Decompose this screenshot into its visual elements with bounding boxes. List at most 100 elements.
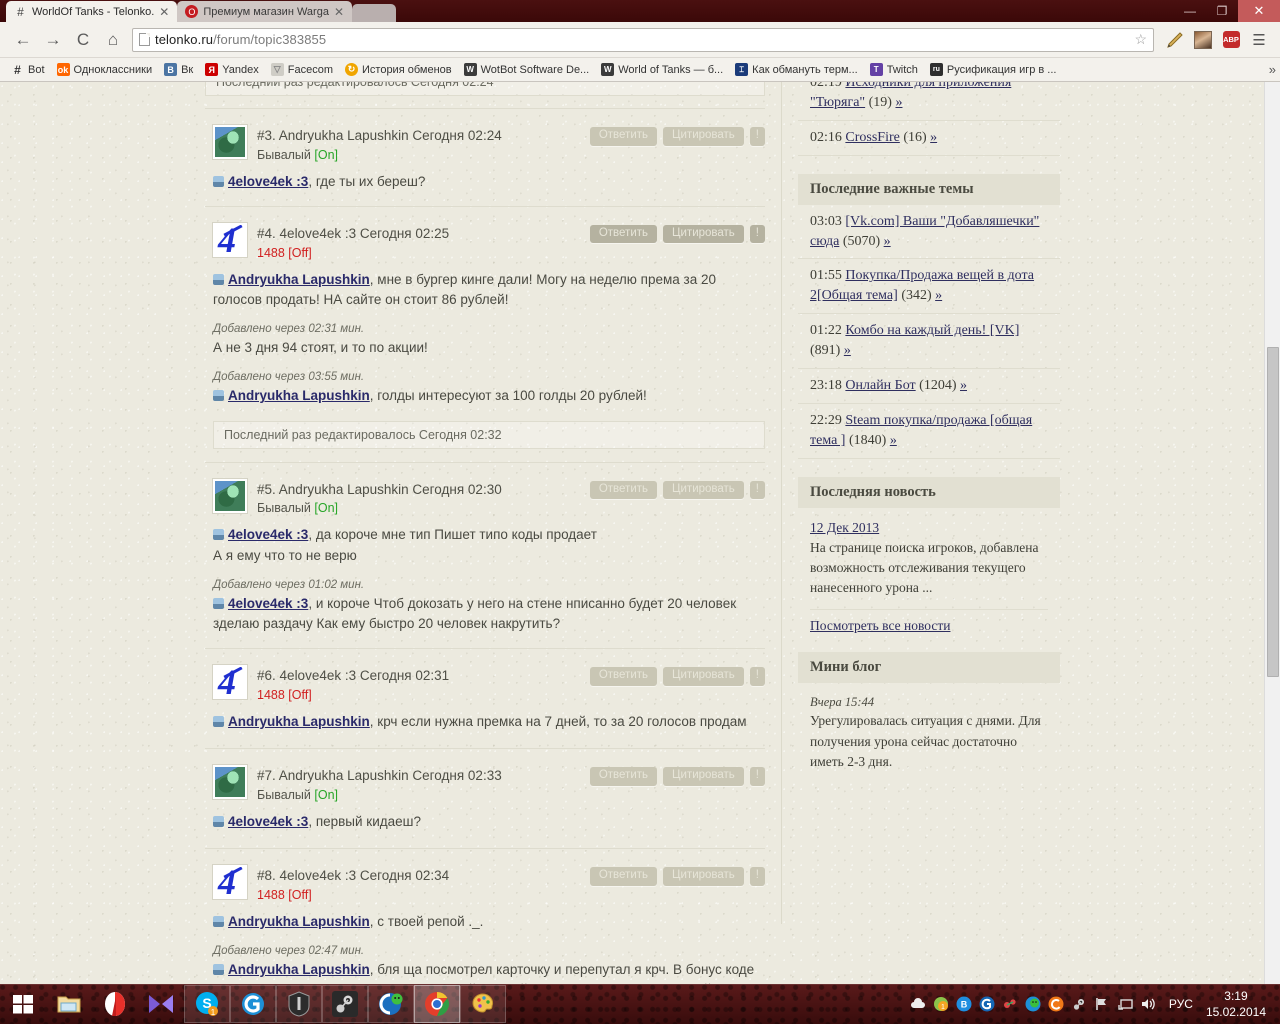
report-button[interactable]: ! xyxy=(749,127,765,146)
quote-button[interactable]: Цитировать xyxy=(663,224,744,244)
bookmark-kak-obmanut-term[interactable]: ⌶ Как обмануть терм... xyxy=(730,61,863,78)
quote-button[interactable]: Цитировать xyxy=(663,867,744,886)
update-icon[interactable]: 1 xyxy=(933,996,949,1012)
forward-icon[interactable]: → xyxy=(38,25,68,55)
bookmark-yandex[interactable]: Я Yandex xyxy=(200,61,264,78)
maximize-button[interactable]: ❐ xyxy=(1206,0,1238,22)
sidebar-topic[interactable]: 02:19 Исходники для приложения "Тюряга" … xyxy=(798,82,1060,121)
flag-icon[interactable] xyxy=(1094,996,1110,1012)
four-avatar[interactable] xyxy=(212,864,248,901)
browser-tab-1[interactable]: # WorldOf Tanks - Telonko. ✕ xyxy=(6,1,178,22)
language-indicator[interactable]: РУС xyxy=(1163,997,1199,1011)
post-author[interactable]: Andryukha Lapushkin xyxy=(279,768,409,783)
four-avatar[interactable] xyxy=(212,664,248,701)
topic-more-icon[interactable]: » xyxy=(895,95,902,110)
back-icon[interactable]: ← xyxy=(8,25,38,55)
clock[interactable]: 3:19 15.02.2014 xyxy=(1206,988,1270,1020)
orange-circle-icon[interactable] xyxy=(1048,996,1064,1012)
bookmark-world-of-tanks[interactable]: W World of Tanks — б... xyxy=(596,61,728,78)
report-button[interactable]: ! xyxy=(749,224,765,244)
reply-button[interactable]: Ответить xyxy=(589,767,657,786)
topic-link[interactable]: Онлайн Бот xyxy=(845,378,915,393)
chrome-icon[interactable] xyxy=(414,985,460,1023)
topic-more-icon[interactable]: » xyxy=(844,343,851,358)
sidebar-topic[interactable]: 03:03 [Vk.com] Ваши "Добавляшечки" сюда … xyxy=(798,205,1060,260)
bookmark-twitch[interactable]: T Twitch xyxy=(865,61,923,78)
news-all-link[interactable]: Посмотреть все новости xyxy=(810,618,950,633)
post-author[interactable]: 4elove4ek :3 xyxy=(280,668,357,683)
topic-more-icon[interactable]: » xyxy=(930,130,937,145)
bookmark-bot[interactable]: # Bot xyxy=(6,61,50,78)
report-button[interactable]: ! xyxy=(749,767,765,786)
topic-more-icon[interactable]: » xyxy=(960,378,967,393)
report-button[interactable]: ! xyxy=(749,867,765,886)
quoted-user[interactable]: 4elove4ek :3 xyxy=(228,174,308,189)
avatar-icon[interactable] xyxy=(1190,27,1216,53)
close-icon[interactable]: ✕ xyxy=(159,6,169,18)
media-player-icon[interactable] xyxy=(138,985,184,1023)
new-tab-button[interactable] xyxy=(352,4,397,22)
world-of-tanks-icon[interactable] xyxy=(276,985,322,1023)
quote-button[interactable]: Цитировать xyxy=(663,767,744,786)
sidebar-topic[interactable]: 22:29 Steam покупка/продажа [общая тема … xyxy=(798,404,1060,459)
bookmark-star-icon[interactable]: ☆ xyxy=(1134,31,1147,48)
messenger-icon[interactable] xyxy=(1025,996,1041,1012)
adblock-icon[interactable]: ABP xyxy=(1218,27,1244,53)
yandex-browser-icon[interactable] xyxy=(92,985,138,1023)
steam-icon[interactable] xyxy=(322,985,368,1023)
quoted-user[interactable]: 4elove4ek :3 xyxy=(228,596,308,611)
topic-link[interactable]: CrossFire xyxy=(845,130,899,145)
reply-button[interactable]: Ответить xyxy=(589,667,657,686)
quoted-user[interactable]: 4elove4ek :3 xyxy=(228,527,308,542)
bookmark-odnoklassniki[interactable]: ok Одноклассники xyxy=(52,61,158,78)
scrollbar-thumb[interactable] xyxy=(1267,347,1279,677)
cloud-icon[interactable] xyxy=(910,996,926,1012)
quote-button[interactable]: Цитировать xyxy=(663,127,744,146)
steam-icon[interactable] xyxy=(1071,996,1087,1012)
browser-tab-2[interactable]: O Премиум магазин Warga ✕ xyxy=(177,1,353,22)
bookmark-facecom[interactable]: ▽ Facecom xyxy=(266,61,338,78)
address-bar[interactable]: telonko.ru/forum/topic383855 ☆ xyxy=(132,27,1154,52)
dragon-avatar[interactable] xyxy=(212,124,248,160)
report-button[interactable]: ! xyxy=(749,480,765,500)
topic-more-icon[interactable]: » xyxy=(884,234,891,249)
bookmarks-overflow-icon[interactable]: » xyxy=(1269,62,1276,77)
explorer-icon[interactable] xyxy=(46,985,92,1023)
topic-link[interactable]: Комбо на каждый день! [VK] xyxy=(845,323,1019,338)
mail-icon[interactable] xyxy=(1002,996,1018,1012)
bookmark-wotbot[interactable]: W WotBot Software De... xyxy=(459,61,595,78)
paint-icon[interactable] xyxy=(460,985,506,1023)
menu-icon[interactable]: ☰ xyxy=(1246,27,1272,53)
quoted-user[interactable]: Andryukha Lapushkin xyxy=(228,962,370,977)
reload-icon[interactable]: C xyxy=(68,25,98,55)
quoted-user[interactable]: Andryukha Lapushkin xyxy=(228,914,370,929)
volume-icon[interactable] xyxy=(1140,996,1156,1012)
pencil-icon[interactable] xyxy=(1162,27,1188,53)
network-icon[interactable] xyxy=(1117,996,1133,1012)
post-author[interactable]: 4elove4ek :3 xyxy=(280,868,357,883)
dragon-avatar[interactable] xyxy=(212,477,248,514)
bookmark-vk[interactable]: B Вк xyxy=(159,61,198,78)
minimize-button[interactable]: — xyxy=(1174,0,1206,22)
gamigo-icon[interactable] xyxy=(230,985,276,1023)
bookmark-rusifikacia[interactable]: ru Русификация игр в ... xyxy=(925,61,1062,78)
quoted-user[interactable]: Andryukha Lapushkin xyxy=(228,272,370,287)
reply-button[interactable]: Ответить xyxy=(589,224,657,244)
reply-button[interactable]: Ответить xyxy=(589,480,657,500)
dragon-avatar[interactable] xyxy=(212,764,248,801)
quoted-user[interactable]: Andryukha Lapushkin xyxy=(228,714,370,729)
page-scrollbar[interactable] xyxy=(1264,82,1280,984)
post-author[interactable]: Andryukha Lapushkin xyxy=(279,128,409,143)
quoted-user[interactable]: Andryukha Lapushkin xyxy=(228,388,370,403)
gamigo-icon[interactable] xyxy=(979,996,995,1012)
reply-button[interactable]: Ответить xyxy=(589,867,657,886)
sidebar-topic[interactable]: 01:22 Комбо на каждый день! [VK] (891) » xyxy=(798,314,1060,369)
start-button[interactable] xyxy=(0,984,46,1024)
close-window-button[interactable]: ✕ xyxy=(1238,0,1280,22)
topic-more-icon[interactable]: » xyxy=(890,433,897,448)
quoted-user[interactable]: 4elove4ek :3 xyxy=(228,814,308,829)
topic-more-icon[interactable]: » xyxy=(935,288,942,303)
report-button[interactable]: ! xyxy=(749,667,765,686)
close-icon[interactable]: ✕ xyxy=(334,6,344,18)
topic-link[interactable]: Steam покупка/продажа [общая тема ] xyxy=(810,413,1032,448)
